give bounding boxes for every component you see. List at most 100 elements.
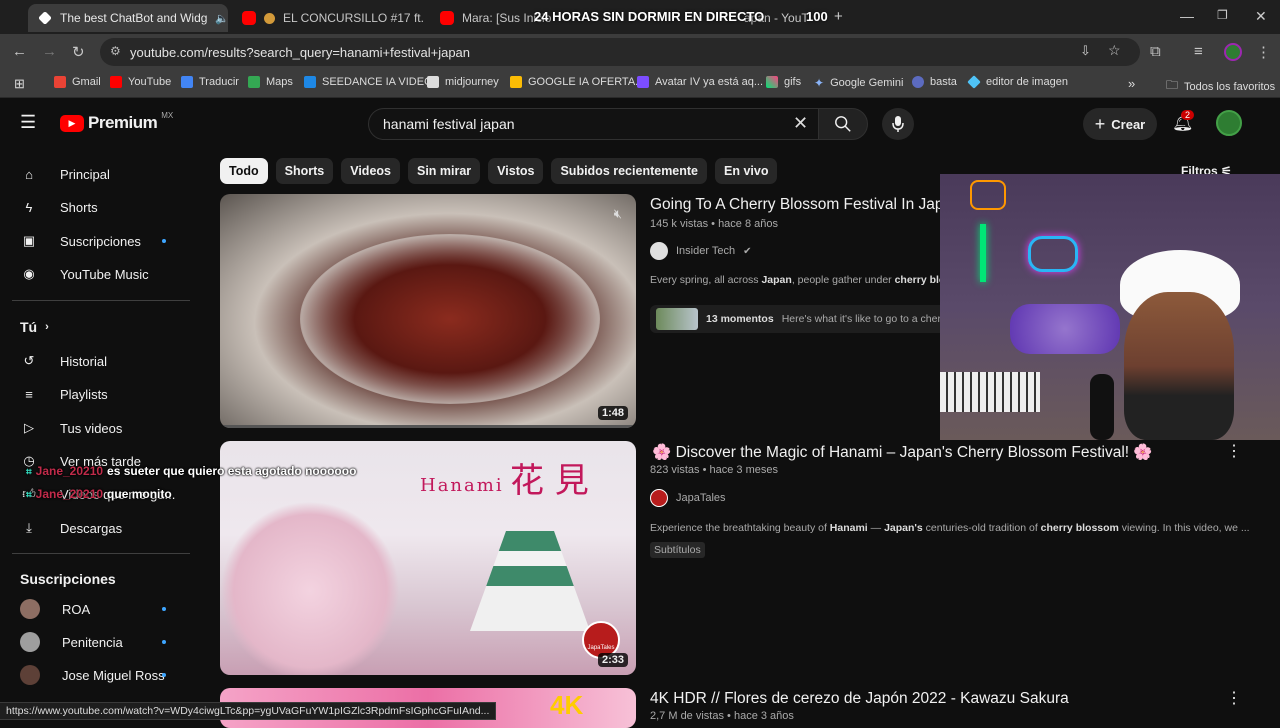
bookmark-label: gifs xyxy=(784,76,802,88)
editor-icon xyxy=(967,75,981,89)
chip-todo[interactable]: Todo xyxy=(220,158,268,184)
media-control-icon[interactable]: ≡ xyxy=(1194,43,1203,60)
profile-avatar[interactable] xyxy=(1224,43,1242,61)
video-duration: 1:48 xyxy=(597,406,628,420)
your-videos-icon: ▷ xyxy=(24,420,34,435)
sidebar-item-youtube-music[interactable]: ◉ YouTube Music xyxy=(20,258,148,290)
sidebar-item-principal[interactable]: ⌂ Principal xyxy=(20,158,110,190)
voice-search-button[interactable] xyxy=(882,108,914,140)
sidebar-label: Principal xyxy=(60,166,110,182)
video-menu-icon[interactable]: ⋮ xyxy=(1226,688,1242,708)
sidebar-item-historial[interactable]: ↺ Historial xyxy=(20,345,107,377)
view-count: 145 k vistas xyxy=(650,218,709,230)
menu-dots-icon[interactable]: ⋮ xyxy=(1256,43,1271,61)
bookmark-traducir[interactable]: Traducir xyxy=(181,76,239,88)
chip-videos[interactable]: Videos xyxy=(341,158,400,184)
video-duration: 2:33 xyxy=(597,653,628,667)
sidebar-item-tus-videos[interactable]: ▷ Tus videos xyxy=(20,412,122,444)
new-tab-icon[interactable]: + xyxy=(834,8,843,25)
streamer-image xyxy=(1124,292,1234,440)
site-info-icon[interactable]: ⚙ xyxy=(110,44,121,58)
chat-username: Jane_20210 xyxy=(35,464,104,478)
chat-text: que monito xyxy=(107,487,172,501)
muted-icon[interactable]: 🔇︎ xyxy=(614,206,622,222)
apps-grid-icon[interactable]: ⊞ xyxy=(14,76,25,92)
moments-count: 13 momentos xyxy=(706,313,774,325)
bookmark-seedance[interactable]: SEEDANCE IA VIDEO xyxy=(304,76,433,88)
forward-icon[interactable]: → xyxy=(42,43,57,60)
sidebar-sub-jose-miguel-ross[interactable]: Jose Miguel Ross xyxy=(20,659,165,691)
sidebar-sub-penitencia[interactable]: Penitencia xyxy=(20,626,123,658)
chip-shorts[interactable]: Shorts xyxy=(275,158,334,184)
bookmark-gifs[interactable]: gifs xyxy=(766,76,801,88)
bookmark-basta[interactable]: basta xyxy=(912,76,957,88)
sidebar-label: ROA xyxy=(62,601,91,617)
new-content-dot xyxy=(162,673,166,677)
bookmark-gmail[interactable]: Gmail xyxy=(54,76,101,88)
create-button[interactable]: + Crear xyxy=(1083,108,1157,140)
restore-icon[interactable]: ❐ xyxy=(1217,8,1228,22)
address-bar[interactable]: ⚙ youtube.com/results?search_query=hanam… xyxy=(100,38,1140,66)
bookmark-star-icon[interactable]: ☆ xyxy=(1108,42,1121,59)
sidebar-item-descargas[interactable]: ⤓ Descargas xyxy=(20,512,122,544)
gemini-icon: ✦ xyxy=(814,76,825,90)
sidebar-item-suscripciones[interactable]: ▣ Suscripciones xyxy=(20,225,141,257)
minimize-icon[interactable]: — xyxy=(1180,8,1194,24)
shorts-icon: ϟ xyxy=(25,199,33,215)
bookmark-youtube[interactable]: YouTube xyxy=(110,76,171,88)
more-bookmarks-icon[interactable]: » xyxy=(1128,76,1135,91)
tab-concursillo[interactable]: EL CONCURSILLO #17 ft. Or xyxy=(232,4,426,32)
install-app-icon[interactable]: ⇩ xyxy=(1080,43,1091,59)
new-content-dot xyxy=(162,607,166,611)
tab-title: The best ChatBot and Widg xyxy=(60,11,208,25)
all-favorites-folder[interactable]: 🗀 Todos los favoritos xyxy=(1166,76,1275,97)
hamburger-menu-icon[interactable]: ☰ xyxy=(20,112,36,133)
reload-icon[interactable]: ↻ xyxy=(72,43,85,61)
bookmark-avatar[interactable]: Avatar IV ya está aq... xyxy=(637,76,763,88)
video-title[interactable]: 🌸 Discover the Magic of Hanami – Japan's… xyxy=(652,443,1153,462)
home-icon: ⌂ xyxy=(25,166,33,182)
maps-icon xyxy=(248,76,260,88)
search-button[interactable] xyxy=(818,108,868,140)
mute-icon[interactable]: 🔈 xyxy=(215,12,228,25)
chip-en-vivo[interactable]: En vivo xyxy=(715,158,778,184)
account-avatar[interactable] xyxy=(1216,110,1242,136)
close-window-icon[interactable]: ✕ xyxy=(1255,8,1267,25)
sidebar-item-playlists[interactable]: ≡ Playlists xyxy=(20,378,107,410)
youtube-logo[interactable]: ▶ Premium MX xyxy=(60,111,173,133)
sidebar-section-subscriptions: Suscripciones xyxy=(20,571,116,587)
bookmark-label: SEEDANCE IA VIDEO xyxy=(322,76,433,88)
video-title[interactable]: Going To A Cherry Blossom Festival In Ja… xyxy=(650,196,952,214)
video-title[interactable]: 4K HDR // Flores de cerezo de Japón 2022… xyxy=(650,690,1069,708)
chip-subidos-recientemente[interactable]: Subidos recientemente xyxy=(551,158,708,184)
key-moments[interactable]: 13 momentos Here's what it's like to go … xyxy=(650,305,950,333)
search-query: hanami festival japan xyxy=(383,116,515,132)
chip-sin-mirar[interactable]: Sin mirar xyxy=(407,158,481,184)
verified-icon: ✔ xyxy=(743,245,752,257)
food-plate-image xyxy=(300,234,600,404)
chatbot-favicon-icon xyxy=(38,11,52,25)
tab-title: EL CONCURSILLO #17 ft. Or xyxy=(283,11,426,25)
globe-icon xyxy=(912,76,924,88)
channel-link[interactable]: JapaTales xyxy=(650,489,726,507)
bookmark-editor[interactable]: editor de imagen xyxy=(967,75,1068,89)
back-icon[interactable]: ← xyxy=(12,43,27,60)
bookmark-maps[interactable]: Maps xyxy=(248,76,293,88)
chip-vistos[interactable]: Vistos xyxy=(488,158,544,184)
video-menu-icon[interactable]: ⋮ xyxy=(1226,441,1242,461)
bookmark-google-ia[interactable]: GOOGLE IA OFERTA... xyxy=(510,76,644,88)
sidebar-sub-roa[interactable]: ROA xyxy=(20,593,90,625)
youtube-favicon-icon xyxy=(440,11,454,25)
bookmark-gemini[interactable]: ✦ Google Gemini xyxy=(814,76,903,90)
trophy-icon xyxy=(264,12,275,24)
channel-link[interactable]: Insider Tech ✔ xyxy=(650,242,752,260)
logo-text: Premium xyxy=(88,113,158,132)
tab-chatbot[interactable]: The best ChatBot and Widg 🔈 ✕ xyxy=(28,4,228,32)
bookmark-midjourney[interactable]: midjourney xyxy=(427,76,499,88)
sidebar-section-you[interactable]: Tú › xyxy=(20,311,49,343)
video-thumbnail[interactable]: 🔇︎ 1:48 xyxy=(220,194,636,428)
extensions-icon[interactable]: ⧉ xyxy=(1150,43,1161,60)
search-input[interactable]: hanami festival japan ✕ xyxy=(368,108,826,140)
sidebar-item-shorts[interactable]: ϟ Shorts xyxy=(20,191,98,223)
clear-search-icon[interactable]: ✕ xyxy=(793,113,808,134)
